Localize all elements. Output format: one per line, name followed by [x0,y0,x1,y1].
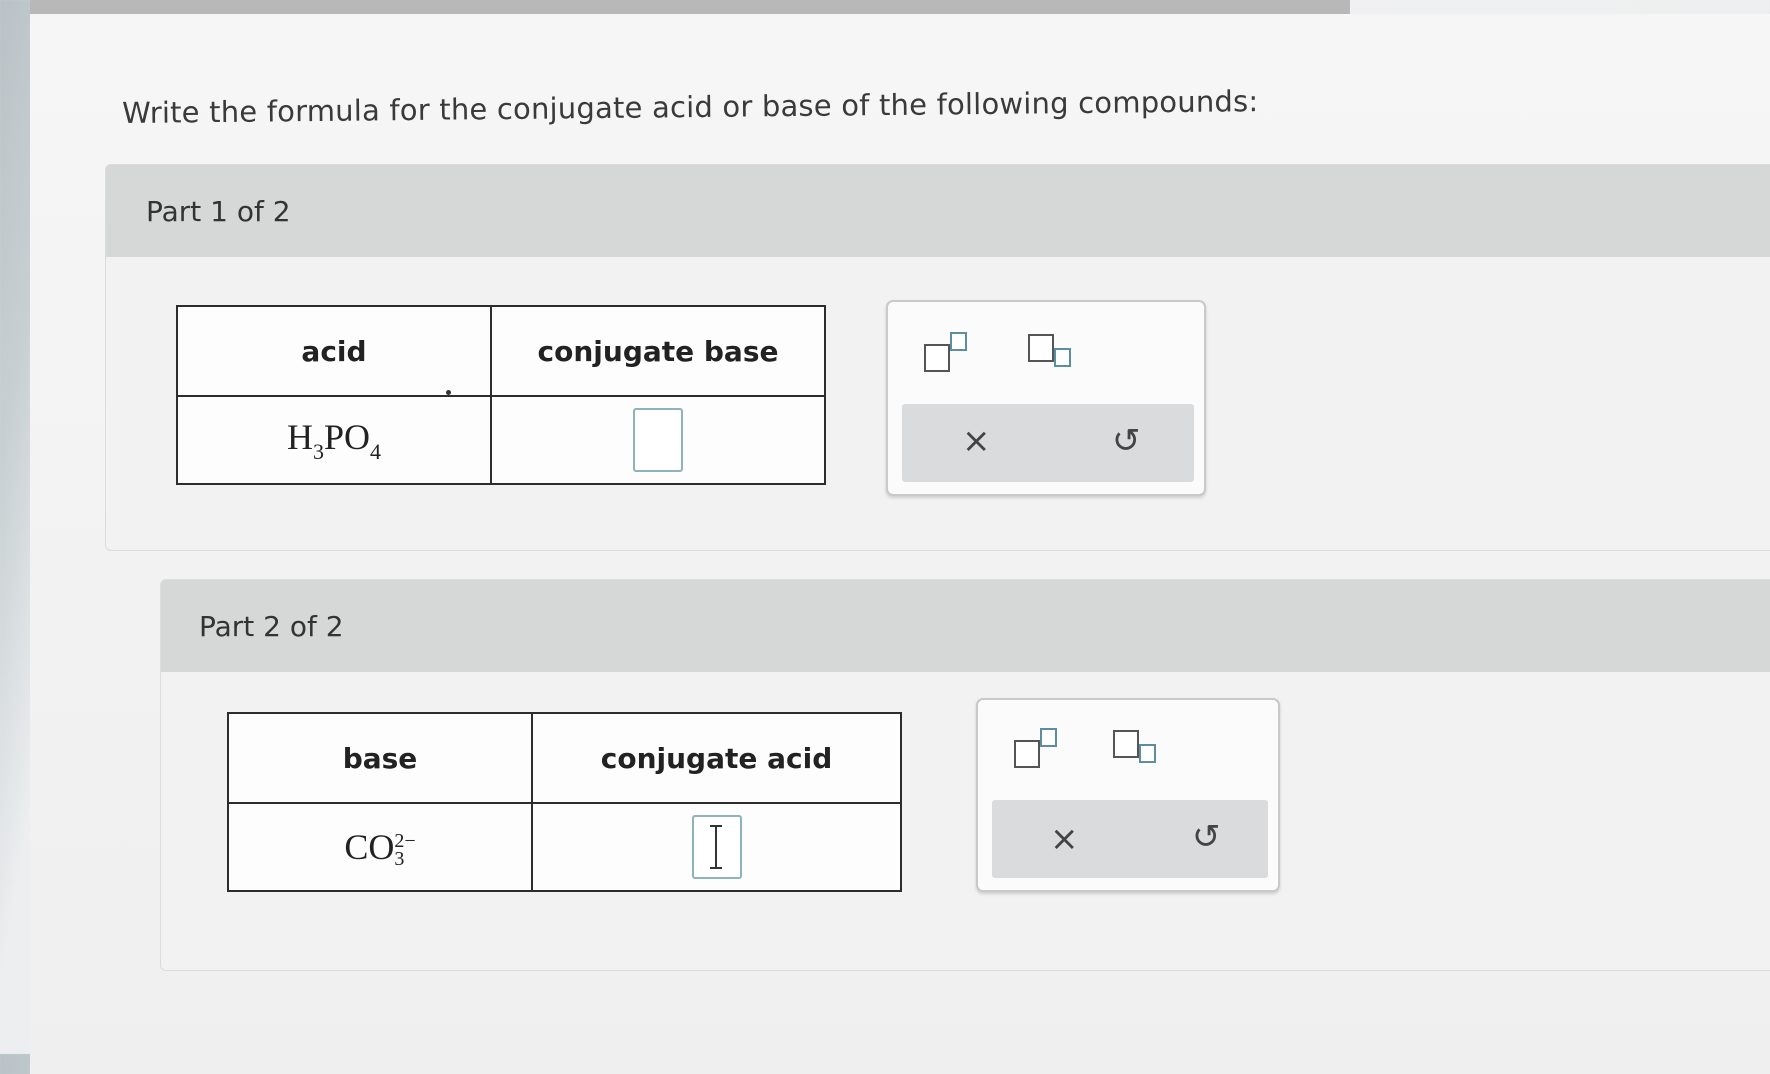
subscript-icon[interactable] [1113,726,1163,770]
conjugate-base-input[interactable] [633,408,683,472]
clear-icon[interactable]: × [1050,822,1079,856]
part-1-action-bar: × ↺ [902,404,1194,482]
part-1-section: Part 1 of 2 acid conjugate base H3PO4 × … [105,164,1770,551]
conjugate-acid-input[interactable] [691,815,742,879]
browser-top-bar [30,0,1350,14]
part-2-table: base conjugate acid CO2− 3 [227,712,902,892]
undo-icon[interactable]: ↺ [1112,424,1141,458]
part-2-header: Part 2 of 2 [161,580,1770,672]
acid-column-header: acid [176,305,492,397]
assignment-page: Write the formula for the conjugate acid… [30,14,1770,1074]
base-formula: CO2− 3 [227,802,533,892]
part-2-title: Part 2 of 2 [199,610,344,643]
conjugate-base-column-header: conjugate base [490,305,826,397]
question-prompt: Write the formula for the conjugate acid… [122,84,1259,130]
text-cursor-icon [709,825,722,869]
part-2-action-bar: × ↺ [992,800,1268,878]
conjugate-acid-column-header: conjugate acid [531,712,902,804]
acid-formula: H3PO4 [176,395,492,485]
part-2-math-toolbar: × ↺ [976,698,1280,892]
conjugate-acid-answer-cell [531,802,902,892]
superscript-icon[interactable] [924,330,974,374]
part-1-math-toolbar: × ↺ [886,300,1206,496]
part-1-title: Part 1 of 2 [146,195,291,228]
undo-icon[interactable]: ↺ [1192,820,1221,854]
conjugate-base-answer-cell [490,395,826,485]
base-column-header: base [227,712,533,804]
part-1-table: acid conjugate base H3PO4 [176,305,826,485]
stray-mark [446,390,451,395]
subscript-icon[interactable] [1028,330,1078,374]
part-2-section: Part 2 of 2 base conjugate acid CO2− 3 ×… [160,579,1770,971]
clear-icon[interactable]: × [962,424,991,458]
part-1-header: Part 1 of 2 [106,165,1770,257]
superscript-icon[interactable] [1014,726,1064,770]
